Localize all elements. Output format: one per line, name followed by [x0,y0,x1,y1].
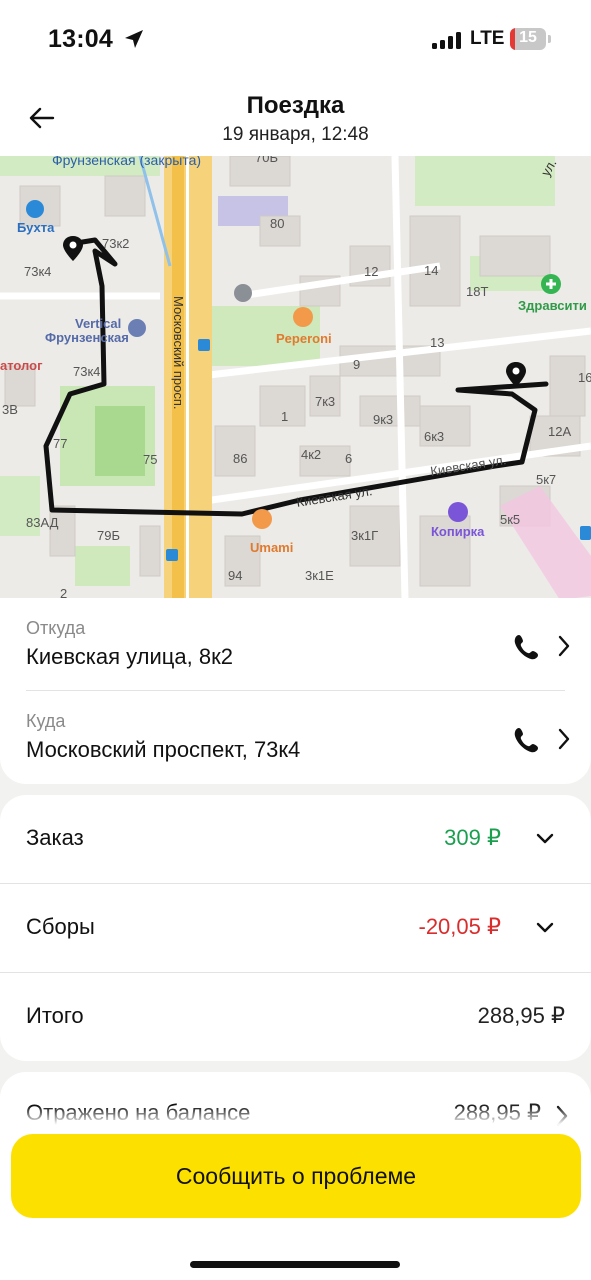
house-number: 5к7 [536,472,557,487]
phone-icon[interactable] [511,725,541,755]
from-label: Откуда [26,618,86,638]
house-number: 5к5 [500,512,521,527]
fees-amount: -20,05 ₽ [418,914,502,939]
order-amount: 309 ₽ [444,825,501,850]
house-number: 80 [270,216,285,231]
house-number: 3к1Е [305,568,334,583]
house-number: 77 [53,436,68,451]
house-number: 86 [233,451,248,466]
house-number: 13 [430,335,445,350]
home-indicator[interactable] [190,1261,400,1268]
house-number: 94 [228,568,243,583]
map-label-kopirka: Копирка [431,524,485,539]
battery-cap [548,35,551,43]
battery-icon: 15 [510,28,546,50]
to-label: Куда [26,711,66,731]
house-number: 73к2 [102,236,130,251]
total-row: Итого 288,95 ₽ [0,973,591,1061]
total-amount: 288,95 ₽ [477,1003,565,1028]
house-number: 3к1Г [351,528,379,543]
house-number: 3В [2,402,18,417]
house-number: 16 [578,370,591,385]
map-label-vertical-2: Фрунзенская [45,330,129,345]
network-type: LTE [470,28,505,49]
house-number: 1 [281,409,289,424]
header: Поездка 19 января, 12:48 [0,80,591,156]
report-problem-button[interactable]: Сообщить о проблеме [11,1134,581,1218]
house-number: 12А [548,424,572,439]
house-number: 6 [345,451,353,466]
location-arrow-icon [125,30,143,48]
battery-percent: 15 [519,29,537,46]
route-to-row[interactable]: Куда Московский проспект, 73к4 [26,691,571,783]
status-time: 13:04 [48,25,113,53]
chevron-right-icon [558,728,570,750]
address-card: Откуда Киевская улица, 8к2 Куда Московск… [0,598,591,784]
house-number: 18Т [466,284,489,299]
house-number: 7к3 [315,394,336,409]
from-address: Киевская улица, 8к2 [26,644,233,669]
house-number: 12 [364,264,379,279]
house-number: 4к2 [301,447,322,462]
trip-date: 19 января, 12:48 [222,124,369,145]
total-label: Итого [26,1003,84,1028]
house-number: 79Б [97,528,120,543]
fees-label: Сборы [26,914,95,939]
map-label-vertical: Vertical [75,316,122,331]
chevron-down-icon[interactable] [535,829,555,849]
map-label-umami: Umami [250,540,294,555]
house-number: 9к3 [373,412,394,427]
signal-bars-icon [432,31,464,49]
phone-icon[interactable] [511,632,541,662]
page-title: Поездка [246,92,345,119]
house-number: 75 [143,452,158,467]
status-bar: 13:04 LTE 15 [0,0,591,80]
to-address: Московский проспект, 73к4 [26,737,301,762]
chevron-right-icon [558,635,570,657]
house-number: 9 [353,357,361,372]
map-label-metro: Фрунзенская (закрыта) [52,156,202,168]
house-number: 73к4 [73,364,101,379]
house-number: 83АД [26,515,59,530]
map-label-buhta: Бухта [17,220,55,235]
house-number: 70Б [255,156,278,165]
map-label-zdravsiti: Здравсити [518,298,587,313]
house-number: 73к4 [24,264,52,279]
map-label-stomatolog: атолог [0,358,43,373]
map-label-peperoni: Peperoni [276,331,332,346]
route-from-row[interactable]: Откуда Киевская улица, 8к2 [26,598,571,690]
route-map[interactable]: Фрунзенская (закрыта) Бухта Vertical Фру… [0,156,591,600]
order-row[interactable]: Заказ 309 ₽ [0,795,591,883]
chevron-down-icon[interactable] [535,918,555,938]
order-label: Заказ [26,825,84,850]
payment-card: Заказ 309 ₽ Сборы -20,05 ₽ Итого 288,95 … [0,795,591,1061]
map-street-moskovsky: Московский просп. [171,296,186,410]
house-number: 14 [424,263,439,278]
house-number: 6к3 [424,429,445,444]
fees-row[interactable]: Сборы -20,05 ₽ [0,884,591,972]
